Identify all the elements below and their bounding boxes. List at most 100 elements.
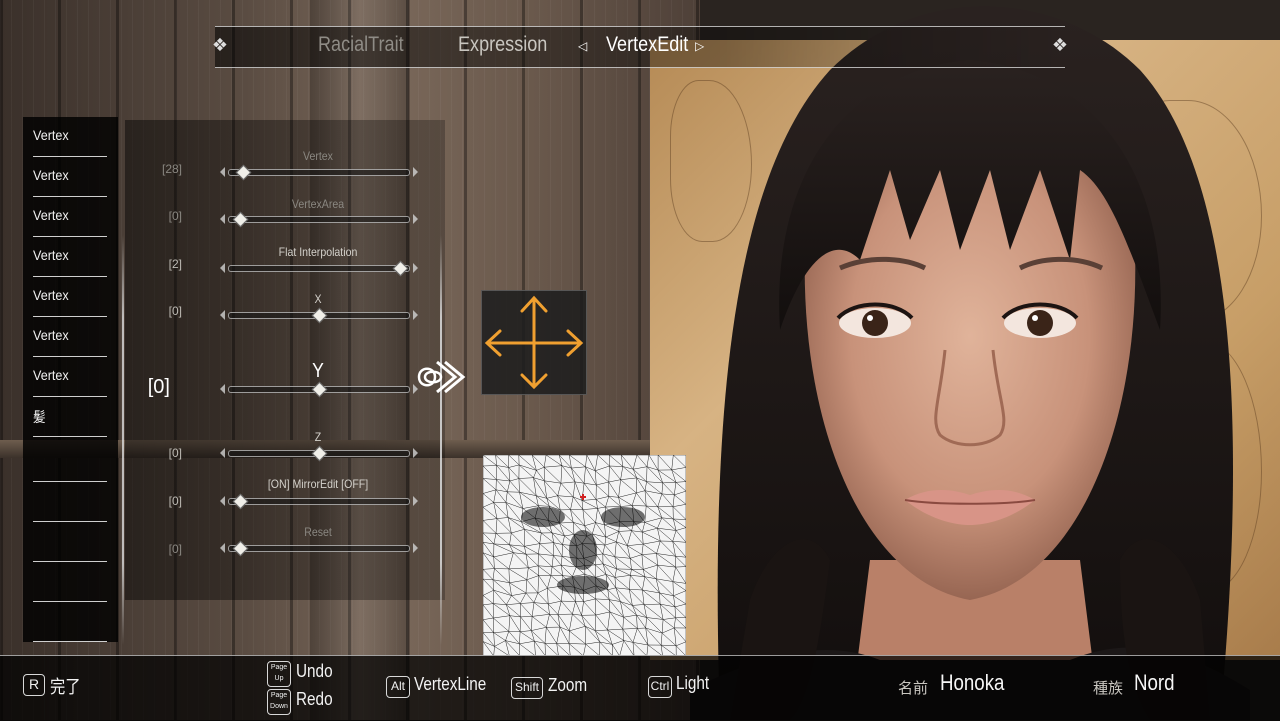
slider-track[interactable] xyxy=(220,540,418,557)
light-command[interactable]: Light xyxy=(676,673,709,694)
name-label: 名前 xyxy=(898,679,929,697)
key-line: Page xyxy=(270,692,288,699)
slider-value: [0] xyxy=(168,209,182,223)
right-ornament-icon: ❖ xyxy=(1051,35,1069,56)
list-item[interactable] xyxy=(33,482,130,522)
mesh-feature-region xyxy=(557,576,609,594)
mesh-feature-region xyxy=(569,530,597,570)
bottom-command-bar: R 完了 Page Up Undo Page Down Redo Alt Verte… xyxy=(0,655,1280,721)
list-item[interactable]: Vertex xyxy=(33,117,130,157)
key-r[interactable]: R xyxy=(23,674,45,696)
category-list: Vertex Vertex Vertex Vertex Vertex Verte… xyxy=(23,117,118,642)
slider-thumb[interactable] xyxy=(232,540,249,557)
slider-track[interactable] xyxy=(220,307,418,324)
slider-label: X xyxy=(314,292,322,306)
slider-track[interactable] xyxy=(220,164,418,181)
slider-track[interactable] xyxy=(220,260,418,277)
list-item[interactable]: 髪 xyxy=(33,397,130,437)
slider-label: Reset xyxy=(304,525,332,539)
mesh-feature-region xyxy=(601,507,645,527)
list-item[interactable] xyxy=(33,602,130,642)
list-item[interactable]: Vertex xyxy=(33,197,130,237)
slider-value: [28] xyxy=(161,162,182,176)
tab-racial-trait[interactable]: RacialTrait xyxy=(318,33,404,57)
key-page-down[interactable]: Page Down xyxy=(267,689,291,715)
slider-label: VertexArea xyxy=(291,197,345,211)
slider-thumb[interactable] xyxy=(392,260,409,277)
slider-value: [0] xyxy=(168,304,182,318)
undo-command[interactable]: Undo xyxy=(296,661,333,682)
list-item[interactable]: Vertex xyxy=(33,277,130,317)
list-item[interactable]: Vertex xyxy=(33,357,130,397)
name-value: Honoka xyxy=(940,670,1005,695)
done-command[interactable]: 完了 xyxy=(50,673,81,699)
key-alt[interactable]: Alt xyxy=(386,676,410,698)
slider-label: Z xyxy=(314,430,322,444)
slider-track[interactable] xyxy=(220,445,418,462)
slider-thumb[interactable] xyxy=(311,307,328,324)
slider-value: [0] xyxy=(147,376,170,398)
redo-command[interactable]: Redo xyxy=(296,689,333,710)
left-ornament-icon: ❖ xyxy=(211,35,229,56)
list-item-label: Vertex xyxy=(33,127,69,143)
slider-mirror-edit[interactable]: [0] [ON] MirrorEdit [OFF] xyxy=(140,477,430,517)
list-item[interactable] xyxy=(33,442,130,482)
slider-x[interactable]: [0] X xyxy=(140,292,430,332)
list-item[interactable]: Vertex xyxy=(33,317,130,357)
character-portrait xyxy=(690,6,1250,720)
race-label: 種族 xyxy=(1093,679,1124,697)
slider-thumb[interactable] xyxy=(311,445,328,462)
selected-vertex-marker xyxy=(580,494,586,500)
slider-reset[interactable]: [0] Reset xyxy=(140,525,430,565)
slider-thumb[interactable] xyxy=(236,164,252,181)
slider-z[interactable]: [0] Z xyxy=(140,430,430,470)
list-item-label: Vertex xyxy=(33,167,69,183)
key-page-up[interactable]: Page Up xyxy=(267,661,291,687)
slider-flat-interpolation[interactable]: [2] Flat Interpolation xyxy=(140,245,430,285)
tab-expression[interactable]: Expression xyxy=(458,33,547,57)
key-line: Down xyxy=(270,703,288,710)
list-item[interactable]: Vertex xyxy=(33,237,130,277)
tab-vertex-edit[interactable]: VertexEdit xyxy=(606,33,688,57)
tab-prev-arrow-icon[interactable]: ◁ xyxy=(578,39,587,53)
zoom-command[interactable]: Zoom xyxy=(548,675,587,696)
key-line: Up xyxy=(274,675,284,682)
tab-next-arrow-icon[interactable]: ▷ xyxy=(695,39,704,53)
mesh-wireframe xyxy=(483,455,686,656)
key-ctrl[interactable]: Ctrl xyxy=(648,676,672,698)
list-item-label: Vertex xyxy=(33,207,69,223)
slider-vertex[interactable]: [28] Vertex xyxy=(140,149,430,190)
selector-ornament-icon xyxy=(417,360,466,394)
slider-track[interactable] xyxy=(220,381,418,398)
list-item[interactable] xyxy=(33,522,130,562)
key-shift[interactable]: Shift xyxy=(511,677,543,699)
move-pad[interactable] xyxy=(481,290,587,395)
slider-thumb[interactable] xyxy=(311,381,328,398)
slider-thumb[interactable] xyxy=(232,211,249,228)
list-item-label: Vertex xyxy=(33,247,69,263)
slider-track[interactable] xyxy=(220,211,418,228)
list-item-label: Vertex xyxy=(33,287,69,303)
list-item-label: Vertex xyxy=(33,367,69,383)
uv-mesh-preview xyxy=(483,455,686,656)
slider-label: [ON] MirrorEdit [OFF] xyxy=(267,477,369,491)
key-line: Page xyxy=(270,664,288,671)
panel-divider xyxy=(440,235,442,645)
slider-label: Vertex xyxy=(303,149,333,163)
slider-label: Y xyxy=(312,360,324,382)
slider-track[interactable] xyxy=(220,493,418,510)
slider-thumb[interactable] xyxy=(232,493,249,510)
list-divider xyxy=(122,235,124,645)
slider-value: [2] xyxy=(168,257,182,271)
list-item[interactable]: Vertex xyxy=(33,157,130,197)
list-item[interactable] xyxy=(33,562,130,602)
four-way-move-arrows-icon xyxy=(484,295,584,390)
vertexline-command[interactable]: VertexLine xyxy=(414,674,486,695)
slider-label: Flat Interpolation xyxy=(278,245,358,259)
list-item-label: Vertex xyxy=(33,327,69,343)
slider-y[interactable]: [0] Y xyxy=(140,360,430,400)
slider-value: [0] xyxy=(168,542,182,556)
slider-value: [0] xyxy=(168,446,182,460)
slider-vertex-area[interactable]: [0] VertexArea xyxy=(140,197,430,237)
tab-bar: ❖ ❖ RacialTrait Expression ◁ VertexEdit … xyxy=(212,26,1068,68)
